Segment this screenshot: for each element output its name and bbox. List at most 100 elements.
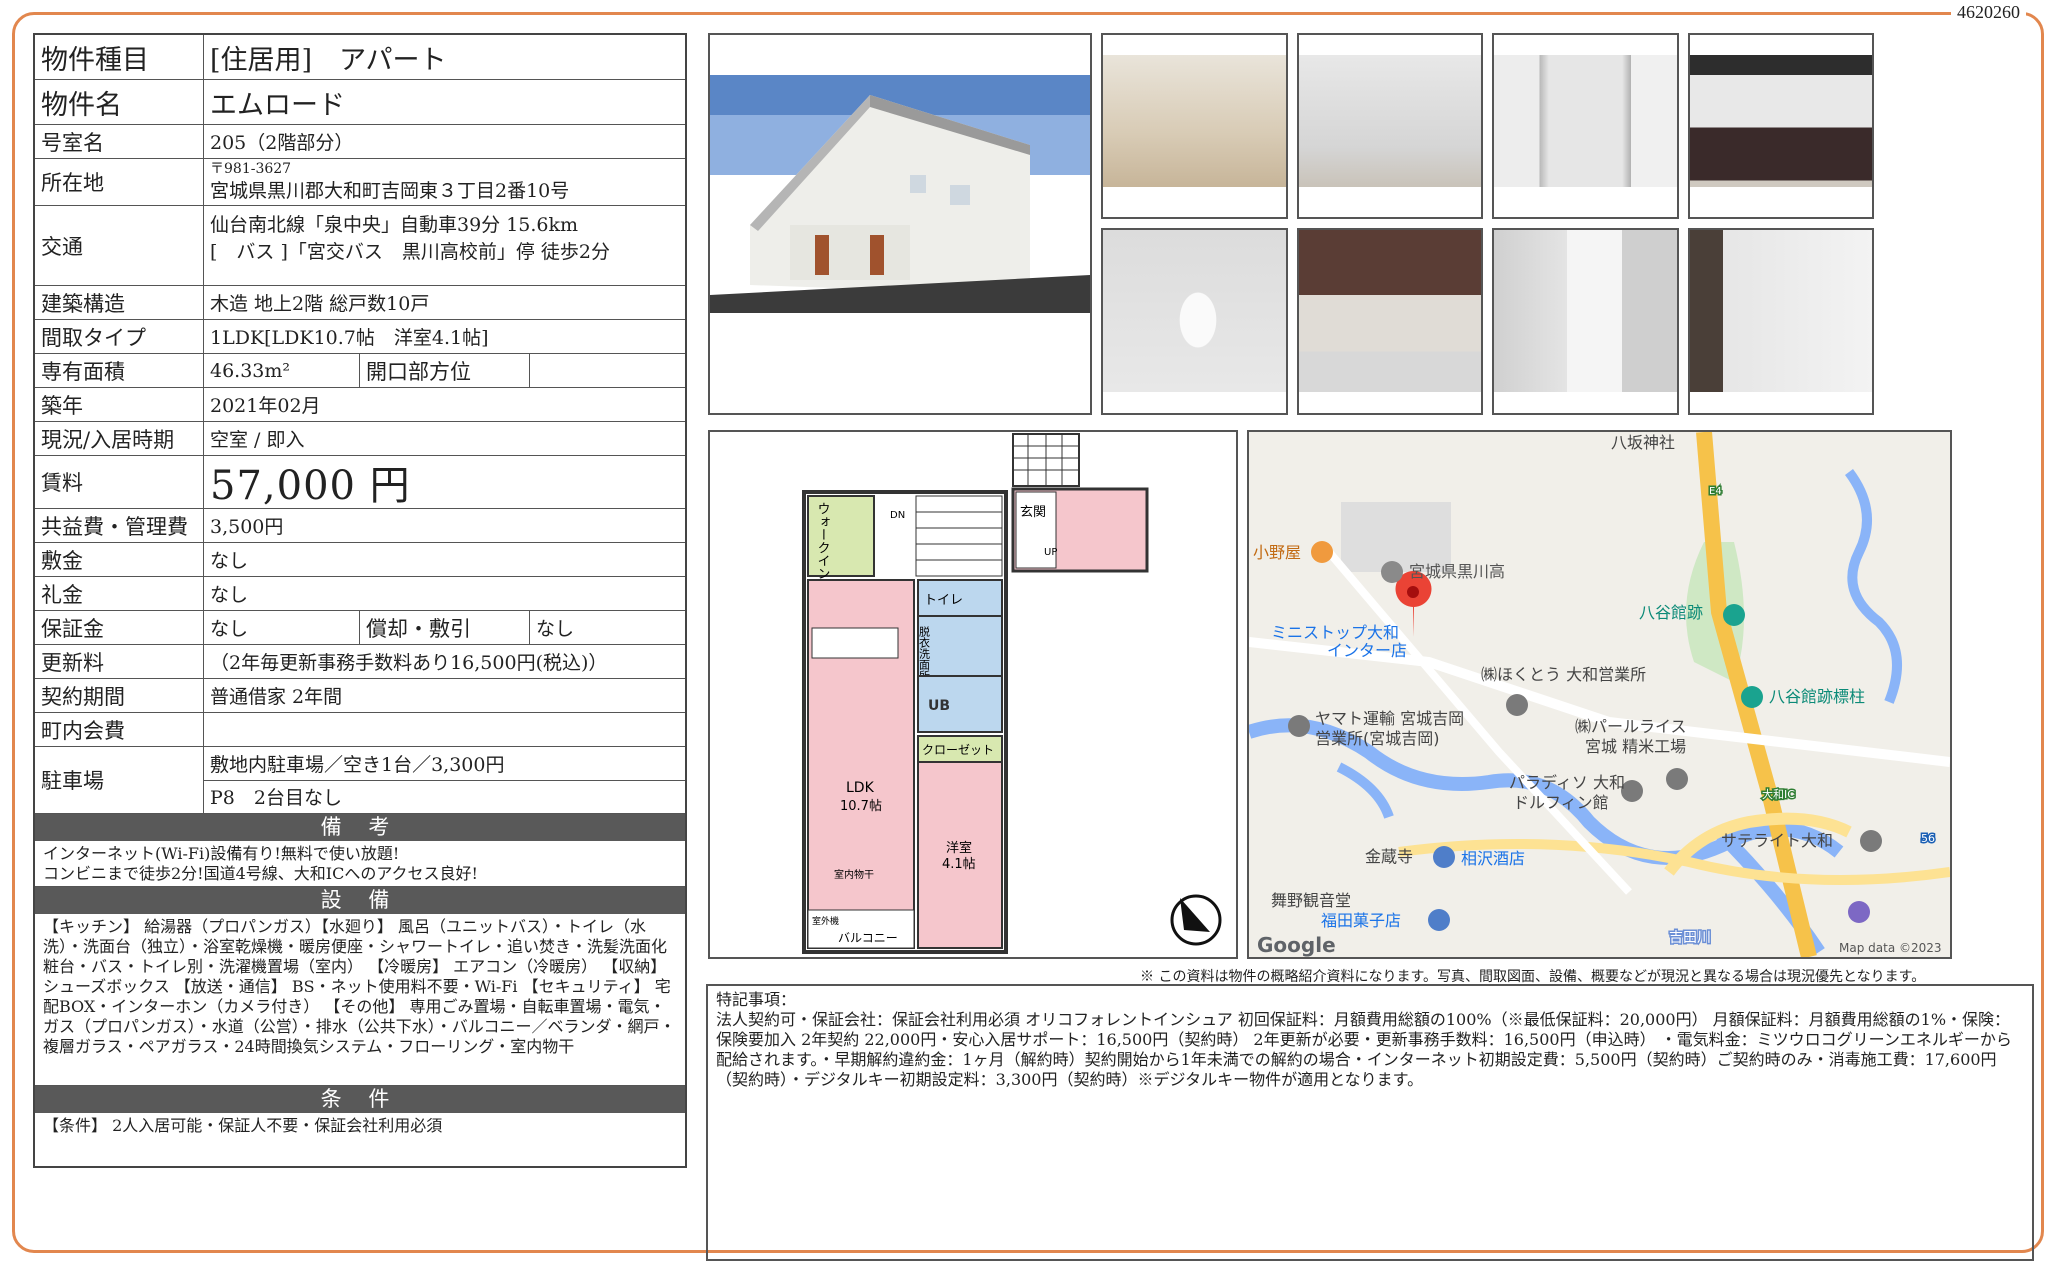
status-value: 空室 / 即入 bbox=[210, 429, 305, 451]
area-value: 46.33m² bbox=[204, 354, 360, 387]
map-label-22: 56 bbox=[1921, 832, 1935, 845]
parking-line-1: 敷地内駐車場／空き1台／3,300円 bbox=[204, 747, 685, 781]
ldk-label: LDK bbox=[846, 780, 875, 796]
map-label-16: サテライト大和 bbox=[1721, 831, 1833, 850]
washroom-photo bbox=[1492, 228, 1679, 415]
up-label: UP bbox=[1044, 547, 1057, 558]
map-label-5: 八谷館跡 bbox=[1639, 603, 1703, 622]
building-exterior-photo bbox=[708, 33, 1092, 415]
row-key-money: 礼金 なし bbox=[35, 577, 685, 611]
western-room-label: 洋室 bbox=[946, 840, 972, 856]
parking-label: 駐車場 bbox=[35, 747, 204, 813]
floor-plan: 玄関 UP ウォークインクローゼット DN トイレ 脱衣洗面所 UB LDK 1… bbox=[708, 430, 1238, 959]
contract-label: 契約期間 bbox=[35, 679, 204, 712]
school-pin-icon[interactable] bbox=[1381, 561, 1403, 583]
deposit-value: なし bbox=[210, 550, 249, 572]
special-notes-text: 法人契約可・保証会社：保証会社利用必須 オリコフォレントインシュア 初回保証料：… bbox=[716, 1010, 2012, 1089]
location-map[interactable]: 八坂神社 宮城県黒川高 小野屋 ミニストップ大和 インター店 八谷館跡 ㈱ほくと… bbox=[1247, 430, 1952, 959]
toilet-label: トイレ bbox=[924, 593, 963, 608]
facility-pin-icon[interactable] bbox=[1848, 901, 1870, 923]
disclaimer-text: ※ この資料は物件の概略紹介資料になります。写真、間取図面、設備、概要などが現況… bbox=[1140, 969, 1926, 985]
map-label-18: 福田菓子店 bbox=[1321, 911, 1401, 930]
conditions-header: 条 件 bbox=[35, 1086, 685, 1113]
special-notes-box: 特記事項： 法人契約可・保証会社：保証会社利用必須 オリコフォレントインシュア … bbox=[706, 984, 2034, 1261]
row-name: 物件名 エムロード bbox=[35, 80, 685, 125]
shop-pin-icon-2[interactable] bbox=[1428, 909, 1450, 931]
outdoor-unit-label: 室外機 bbox=[812, 915, 839, 927]
map-label-11: 宮城 精米工場 bbox=[1585, 737, 1686, 756]
map-label-13: ドルフィン館 bbox=[1513, 793, 1609, 812]
row-renewal: 更新料 （2年毎更新事務手数料あり16,500円(税込)） bbox=[35, 645, 685, 679]
room-value: 205（2階部分） bbox=[210, 132, 354, 154]
equipment-header: 設 備 bbox=[35, 887, 685, 914]
rent-value: 57,000 円 bbox=[210, 463, 411, 509]
transport-line-2: [ バス ]「宮交バス 黒川高校前」停 徒歩2分 bbox=[210, 241, 610, 263]
rent-label: 賃料 bbox=[35, 456, 204, 508]
compass-icon bbox=[1170, 894, 1222, 946]
business-pin-icon-2[interactable] bbox=[1288, 715, 1310, 737]
landmark-pin-icon[interactable] bbox=[1723, 604, 1745, 626]
row-structure: 建築構造 木造 地上2階 総戸数10戸 bbox=[35, 286, 685, 320]
map-canvas[interactable]: 八坂神社 宮城県黒川高 小野屋 ミニストップ大和 インター店 八谷館跡 ㈱ほくと… bbox=[1249, 432, 1950, 957]
transport-line-1: 仙台南北線「泉中央」自動車39分 15.6km bbox=[210, 214, 579, 236]
row-association: 町内会費 bbox=[35, 713, 685, 747]
map-label-3: ミニストップ大和 bbox=[1271, 623, 1399, 642]
western-room-size: 4.1帖 bbox=[942, 857, 976, 872]
built-value: 2021年02月 bbox=[210, 395, 321, 417]
drying-label: 室内物干 bbox=[834, 868, 874, 881]
opening-value bbox=[530, 354, 685, 387]
room-label: 号室名 bbox=[35, 125, 204, 158]
parking-value: 敷地内駐車場／空き1台／3,300円 P8 2台目なし bbox=[204, 747, 685, 813]
amortization-value: なし bbox=[536, 618, 575, 640]
area-label: 専有面積 bbox=[35, 354, 204, 387]
row-fee: 共益費・管理費 3,500円 bbox=[35, 509, 685, 543]
shop-pin-icon[interactable] bbox=[1433, 846, 1455, 868]
row-area: 専有面積 46.33m² 開口部方位 bbox=[35, 354, 685, 388]
postal-code: 〒981-3627 bbox=[210, 160, 292, 177]
map-label-17: 舞野観音堂 bbox=[1271, 891, 1351, 910]
row-deposit: 敷金 なし bbox=[35, 543, 685, 577]
business-pin-icon-3[interactable] bbox=[1666, 768, 1688, 790]
restaurant-pin-icon[interactable] bbox=[1311, 541, 1333, 563]
balcony-label: バルコニー bbox=[838, 931, 898, 945]
map-label-14: 金蔵寺 bbox=[1365, 847, 1413, 866]
kitchen-photo bbox=[1688, 33, 1874, 219]
guarantee-value: なし bbox=[204, 611, 360, 644]
equipment-text: 【キッチン】 給湯器（プロパンガス）【水廻り】 風呂（ユニットバス）・トイレ（水… bbox=[35, 914, 685, 1086]
business-pin-icon-5[interactable] bbox=[1860, 830, 1882, 852]
opening-label: 開口部方位 bbox=[360, 354, 530, 387]
remarks-line-2: コンビニまで徒歩2分!国道4号線、大和ICへのアクセス良好! bbox=[43, 864, 478, 883]
amortization-label: 償却・敷引 bbox=[360, 611, 530, 644]
map-label-12: パラディソ 大和 bbox=[1509, 773, 1625, 792]
layout-value: 1LDK[LDK10.7帖 洋室4.1帖] bbox=[210, 327, 489, 349]
structure-label: 建築構造 bbox=[35, 286, 204, 319]
renewal-value: （2年毎更新事務手数料あり16,500円(税込)） bbox=[210, 652, 608, 674]
map-attribution: Map data ©2023 bbox=[1839, 941, 1942, 955]
landmark-pin-icon-2[interactable] bbox=[1741, 686, 1763, 708]
contract-value: 普通借家 2年間 bbox=[210, 686, 343, 708]
toilet-photo bbox=[1101, 228, 1288, 415]
map-label-10: ㈱パールライス bbox=[1575, 717, 1687, 736]
document-id: 4620260 bbox=[1951, 2, 2026, 23]
row-room: 号室名 205（2階部分） bbox=[35, 125, 685, 159]
ub-label: UB bbox=[928, 698, 950, 714]
property-table: 物件種目 [住居用] アパート 物件名 エムロード 号室名 205（2階部分） … bbox=[33, 33, 687, 1168]
business-pin-icon[interactable] bbox=[1506, 694, 1528, 716]
map-label-20: 吉田川 bbox=[1669, 930, 1711, 946]
row-layout: 間取タイプ 1LDK[LDK10.7帖 洋室4.1帖] bbox=[35, 320, 685, 354]
bathroom-photo bbox=[1297, 228, 1483, 415]
remarks-header: 備 考 bbox=[35, 814, 685, 841]
room-photo-1 bbox=[1101, 33, 1288, 219]
map-label-0: 八坂神社 bbox=[1611, 433, 1675, 452]
transport-label: 交通 bbox=[35, 206, 204, 285]
map-label-8: ヤマト運輸 宮城吉岡 bbox=[1315, 709, 1464, 728]
fee-value: 3,500円 bbox=[210, 516, 284, 538]
map-label-9: 営業所(宮城吉岡) bbox=[1315, 729, 1440, 748]
building-exterior-image bbox=[710, 75, 1090, 413]
map-label-4: インター店 bbox=[1327, 641, 1407, 660]
parking-line-2: P8 2台目なし bbox=[210, 787, 342, 810]
status-label: 現況/入居時期 bbox=[35, 422, 204, 455]
entrance-label: 玄関 bbox=[1020, 505, 1046, 520]
map-label-21: E4 bbox=[1709, 486, 1722, 497]
deposit-label: 敷金 bbox=[35, 543, 204, 576]
